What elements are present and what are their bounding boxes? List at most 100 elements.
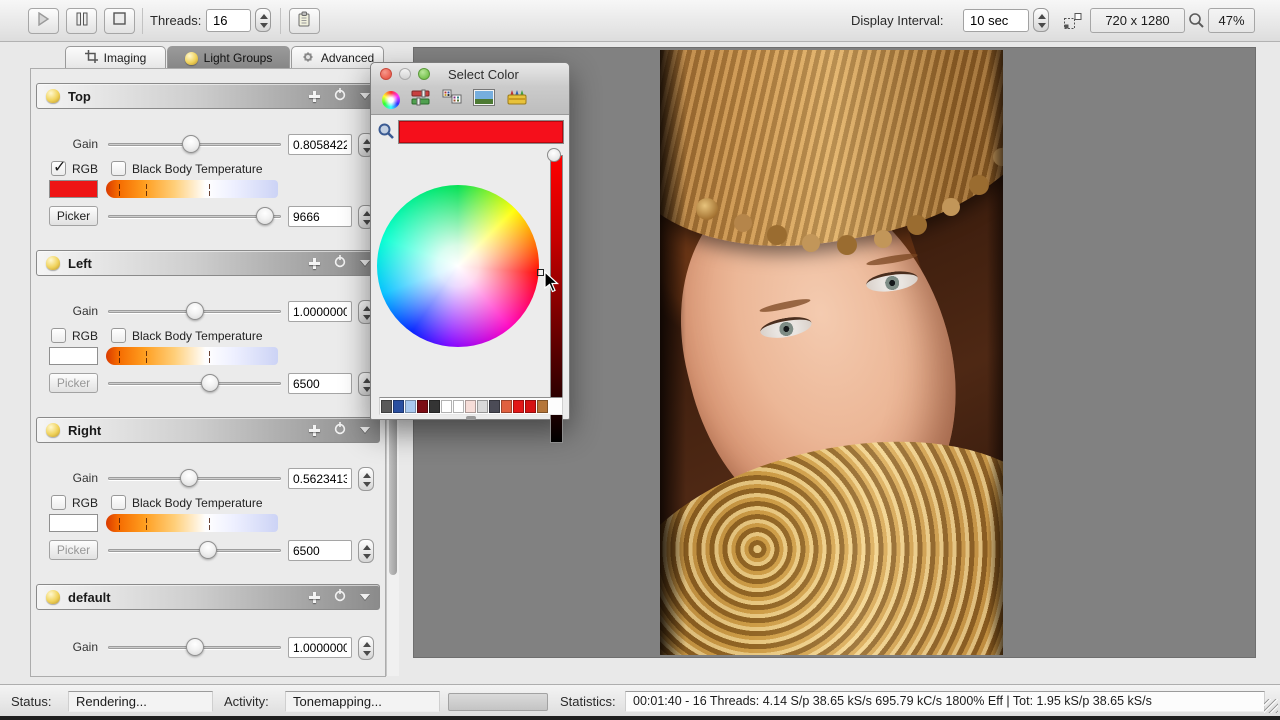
slider-thumb[interactable] — [182, 135, 200, 153]
group-header[interactable]: Top — [36, 83, 380, 109]
temperature-stepper[interactable] — [358, 539, 374, 563]
picker-button[interactable]: Picker — [49, 373, 98, 393]
temperature-slider[interactable] — [108, 539, 281, 563]
color-wheel-mode-icon[interactable] — [382, 91, 400, 109]
group-header[interactable]: Left — [36, 250, 380, 276]
swatch-drawer-handle[interactable] — [466, 416, 476, 420]
tab-imaging[interactable]: Imaging — [65, 46, 166, 69]
gain-slider[interactable] — [108, 467, 281, 491]
crayons-mode-icon[interactable] — [506, 89, 528, 111]
temperature-gradient-bar[interactable] — [106, 514, 278, 532]
group-header[interactable]: default — [36, 584, 380, 610]
dialog-title: Select Color — [448, 67, 519, 82]
slider-thumb[interactable] — [186, 302, 204, 320]
temperature-value-input[interactable] — [288, 206, 352, 227]
threads-stepper[interactable] — [255, 8, 271, 32]
temperature-value-input[interactable] — [288, 373, 352, 394]
rgb-checkbox[interactable] — [51, 495, 66, 510]
gain-slider[interactable] — [108, 636, 281, 660]
render-stop-button[interactable] — [104, 8, 135, 34]
rgb-checkbox[interactable] — [51, 328, 66, 343]
black-body-checkbox[interactable] — [111, 495, 126, 510]
color-swatch[interactable] — [417, 400, 428, 413]
color-wheel[interactable] — [377, 185, 539, 347]
group-color-swatch[interactable] — [49, 347, 98, 365]
chevron-down-icon[interactable] — [360, 427, 370, 433]
color-swatch[interactable] — [393, 400, 404, 413]
minimize-icon[interactable] — [399, 68, 411, 80]
gain-value-input[interactable] — [288, 637, 352, 658]
picker-button[interactable]: Picker — [49, 540, 98, 560]
color-swatch[interactable] — [453, 400, 464, 413]
resize-resolution-icon[interactable] — [1063, 12, 1083, 35]
power-icon[interactable] — [333, 87, 347, 106]
black-body-checkbox[interactable] — [111, 161, 126, 176]
temperature-gradient-bar[interactable] — [106, 347, 278, 365]
zoom-magnifier-icon[interactable] — [1188, 12, 1205, 34]
chevron-down-icon[interactable] — [360, 93, 370, 99]
gain-stepper[interactable] — [358, 636, 374, 660]
power-icon[interactable] — [333, 254, 347, 273]
brightness-slider-handle[interactable] — [547, 148, 561, 162]
dialog-titlebar[interactable]: Select Color — [371, 63, 569, 85]
color-swatch[interactable] — [537, 400, 548, 413]
color-swatch[interactable] — [381, 400, 392, 413]
temperature-slider[interactable] — [108, 372, 281, 396]
render-resume-button[interactable] — [28, 8, 59, 34]
temperature-gradient-bar[interactable] — [106, 180, 278, 198]
copy-to-clipboard-button[interactable] — [289, 8, 320, 34]
gain-value-input[interactable] — [288, 134, 352, 155]
slider-thumb[interactable] — [180, 469, 198, 487]
color-swatch[interactable] — [429, 400, 440, 413]
gain-value-input[interactable] — [288, 301, 352, 322]
color-swatch[interactable] — [525, 400, 536, 413]
group-color-swatch[interactable] — [49, 514, 98, 532]
color-selection-marker[interactable] — [537, 269, 544, 276]
render-pause-button[interactable] — [66, 8, 97, 34]
temperature-slider[interactable] — [108, 205, 281, 229]
display-interval-input[interactable] — [963, 9, 1029, 32]
group-color-swatch[interactable] — [49, 180, 98, 198]
color-swatch[interactable] — [513, 400, 524, 413]
toolbar-separator — [280, 8, 281, 34]
gain-slider[interactable] — [108, 300, 281, 324]
add-icon[interactable] — [309, 425, 320, 436]
color-swatch[interactable] — [489, 400, 500, 413]
slider-thumb[interactable] — [199, 541, 217, 559]
chevron-down-icon[interactable] — [360, 594, 370, 600]
image-palettes-mode-icon[interactable] — [473, 89, 495, 111]
power-icon[interactable] — [333, 588, 347, 607]
slider-thumb[interactable] — [201, 374, 219, 392]
color-swatch[interactable] — [441, 400, 452, 413]
threads-input[interactable] — [206, 9, 251, 32]
temperature-value-input[interactable] — [288, 540, 352, 561]
color-palettes-mode-icon[interactable] — [442, 89, 462, 111]
color-swatch[interactable] — [477, 400, 488, 413]
color-swatch[interactable] — [501, 400, 512, 413]
slider-thumb[interactable] — [256, 207, 274, 225]
display-interval-stepper[interactable] — [1033, 8, 1049, 32]
magnifier-picker-icon[interactable] — [377, 122, 395, 140]
color-swatch[interactable] — [405, 400, 416, 413]
slider-thumb[interactable] — [186, 638, 204, 656]
gain-slider[interactable] — [108, 133, 281, 157]
power-icon[interactable] — [333, 421, 347, 440]
chevron-down-icon[interactable] — [360, 260, 370, 266]
group-header[interactable]: Right — [36, 417, 380, 443]
light-bulb-icon — [46, 423, 60, 437]
gain-value-input[interactable] — [288, 468, 352, 489]
rgb-checkbox[interactable] — [51, 161, 66, 176]
close-icon[interactable] — [380, 68, 392, 80]
gear-icon — [301, 50, 315, 67]
add-icon[interactable] — [309, 592, 320, 603]
tab-light-groups[interactable]: Light Groups — [167, 46, 290, 69]
color-swatch[interactable] — [465, 400, 476, 413]
resize-grip-icon[interactable] — [1264, 699, 1278, 713]
gain-stepper[interactable] — [358, 467, 374, 491]
black-body-checkbox[interactable] — [111, 328, 126, 343]
color-sliders-mode-icon[interactable] — [411, 89, 431, 111]
add-icon[interactable] — [309, 258, 320, 269]
picker-button[interactable]: Picker — [49, 206, 98, 226]
add-icon[interactable] — [309, 91, 320, 102]
zoom-window-icon[interactable] — [418, 68, 430, 80]
